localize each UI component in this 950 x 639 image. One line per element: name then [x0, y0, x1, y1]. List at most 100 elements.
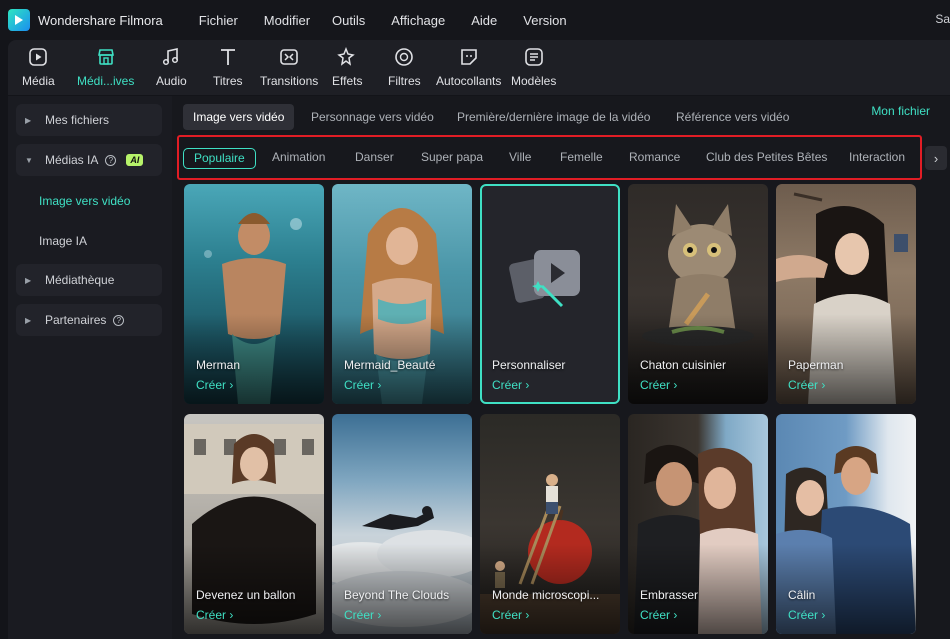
filmora-window: Wondershare Filmora Fichier Modifier Out… — [0, 0, 950, 639]
template-card-merman[interactable]: Merman Créer › — [184, 184, 324, 404]
sidebar-item-label: Partenaires — [45, 313, 107, 327]
menu-outils[interactable]: Outils — [332, 13, 365, 28]
left-sidebar: ▶ Mes fichiers ▼ Médias IA ? AI Image ve… — [8, 96, 172, 639]
category-danser[interactable]: Danser — [345, 148, 404, 169]
toolbar-label: Médi...ives — [77, 74, 135, 88]
filter-icon — [393, 46, 415, 68]
my-file-link[interactable]: Mon fichier — [871, 104, 930, 118]
toolbar-label: Modèles — [511, 74, 557, 88]
create-link[interactable]: Créer › — [492, 608, 529, 622]
toolbar-templates[interactable]: Modèles — [511, 46, 556, 88]
toolbar-transitions[interactable]: Transitions — [260, 46, 318, 88]
card-title: Devenez un ballon — [196, 588, 296, 602]
toolbar-label: Audio — [156, 74, 187, 88]
ai-badge: AI — [126, 154, 144, 166]
toolbar-media[interactable]: Média — [22, 46, 55, 88]
create-link[interactable]: Créer › — [640, 378, 677, 392]
text-t-icon — [217, 46, 239, 68]
caret-right-icon: ▶ — [25, 115, 32, 125]
create-link[interactable]: Créer › — [344, 378, 381, 392]
toolbar-label: Transitions — [260, 74, 319, 88]
category-animation[interactable]: Animation — [262, 148, 335, 169]
menu-bar: Fichier Modifier Outils Affichage Aide V… — [199, 13, 593, 28]
category-populaire[interactable]: Populaire — [183, 148, 256, 169]
sticker-icon — [458, 46, 480, 68]
card-title: Personnaliser — [492, 358, 566, 372]
template-card-devenez-un-ballon[interactable]: Devenez un ballon Créer › — [184, 414, 324, 634]
category-next-button[interactable]: › — [925, 146, 947, 170]
category-bar-highlight: Populaire Animation Danser Super papa Vi… — [177, 135, 922, 180]
category-club-petites-betes[interactable]: Club des Petites Bêtes — [696, 148, 837, 169]
caret-right-icon: ▶ — [25, 315, 32, 325]
help-icon[interactable]: ? — [113, 314, 125, 326]
sidebar-item-partners[interactable]: ▶ Partenaires ? — [16, 304, 162, 336]
stock-media-icon — [95, 46, 117, 68]
template-icon — [523, 46, 545, 68]
tab-first-last-frame[interactable]: Première/dernière image de la vidéo — [447, 104, 660, 130]
toolbar-titles[interactable]: Titres — [213, 46, 243, 88]
card-title: Chaton cuisinier — [640, 358, 727, 372]
sparkle-star-icon — [336, 46, 358, 68]
title-right-text[interactable]: Sa — [935, 12, 950, 26]
toolbar-effects[interactable]: Effets — [332, 46, 362, 88]
template-card-customize[interactable]: Personnaliser Créer › — [480, 184, 620, 404]
music-note-icon — [160, 46, 182, 68]
template-card-embrasser[interactable]: Embrasser Créer › — [628, 414, 768, 634]
menu-fichier[interactable]: Fichier — [199, 13, 238, 28]
sidebar-item-my-files[interactable]: ▶ Mes fichiers — [16, 104, 162, 136]
template-card-chaton-cuisinier[interactable]: Chaton cuisinier Créer › — [628, 184, 768, 404]
template-card-paperman[interactable]: Paperman Créer › — [776, 184, 916, 404]
create-link[interactable]: Créer › — [492, 378, 529, 392]
tab-image-to-video[interactable]: Image vers vidéo — [183, 104, 295, 130]
sidebar-item-label: Médias IA — [45, 153, 99, 167]
sidebar-item-library[interactable]: ▶ Médiathèque — [16, 264, 162, 296]
menu-aide[interactable]: Aide — [471, 13, 497, 28]
card-title: Mermaid_Beauté — [344, 358, 436, 372]
template-card-calin[interactable]: Câlin Créer › — [776, 414, 916, 634]
title-bar: Wondershare Filmora Fichier Modifier Out… — [0, 0, 950, 40]
template-card-beyond-the-clouds[interactable]: Beyond The Clouds Créer › — [332, 414, 472, 634]
toolbar-stickers[interactable]: Autocollants — [436, 46, 501, 88]
card-title: Monde microscopi... — [492, 588, 600, 602]
create-link[interactable]: Créer › — [788, 378, 825, 392]
media-icon — [27, 46, 49, 68]
main-toolbar: Média Médi...ives Audio Titres Transitio… — [8, 40, 950, 95]
create-link[interactable]: Créer › — [640, 608, 677, 622]
chevron-right-icon: › — [933, 150, 939, 166]
help-icon[interactable]: ? — [105, 154, 117, 166]
template-card-mermaid-beaute[interactable]: Mermaid_Beauté Créer › — [332, 184, 472, 404]
toolbar-label: Filtres — [388, 74, 421, 88]
category-femelle[interactable]: Femelle — [550, 148, 613, 169]
create-link[interactable]: Créer › — [196, 378, 233, 392]
sidebar-item-label: Mes fichiers — [45, 113, 110, 127]
toolbar-label: Autocollants — [436, 74, 502, 88]
card-title: Paperman — [788, 358, 844, 372]
toolbar-stock-media[interactable]: Médi...ives — [77, 46, 134, 88]
menu-version[interactable]: Version — [523, 13, 566, 28]
menu-modifier[interactable]: Modifier — [264, 13, 310, 28]
sidebar-item-ai-image[interactable]: Image IA — [39, 234, 87, 248]
tab-reference-to-video[interactable]: Référence vers vidéo — [666, 104, 799, 130]
category-interaction[interactable]: Interaction — [839, 148, 915, 169]
card-title: Embrasser — [640, 588, 699, 602]
main-panel: Image vers vidéo Personnage vers vidéo P… — [172, 96, 950, 639]
app-name: Wondershare Filmora — [38, 12, 163, 28]
template-card-monde-microscopique[interactable]: Monde microscopi... Créer › — [480, 414, 620, 634]
sidebar-item-ai-media[interactable]: ▼ Médias IA ? AI — [16, 144, 162, 176]
create-link[interactable]: Créer › — [788, 608, 825, 622]
toolbar-audio[interactable]: Audio — [156, 46, 187, 88]
card-title: Beyond The Clouds — [344, 588, 450, 602]
top-tabs: Image vers vidéo Personnage vers vidéo P… — [172, 102, 950, 130]
sidebar-item-image-to-video[interactable]: Image vers vidéo — [39, 194, 130, 208]
card-title: Merman — [196, 358, 241, 372]
tab-character-to-video[interactable]: Personnage vers vidéo — [301, 104, 444, 130]
category-romance[interactable]: Romance — [619, 148, 690, 169]
category-super-papa[interactable]: Super papa — [411, 148, 493, 169]
create-link[interactable]: Créer › — [196, 608, 233, 622]
menu-affichage[interactable]: Affichage — [391, 13, 445, 28]
create-link[interactable]: Créer › — [344, 608, 381, 622]
toolbar-label: Effets — [332, 74, 363, 88]
category-ville[interactable]: Ville — [499, 148, 541, 169]
toolbar-filters[interactable]: Filtres — [388, 46, 421, 88]
caret-down-icon: ▼ — [25, 155, 33, 165]
